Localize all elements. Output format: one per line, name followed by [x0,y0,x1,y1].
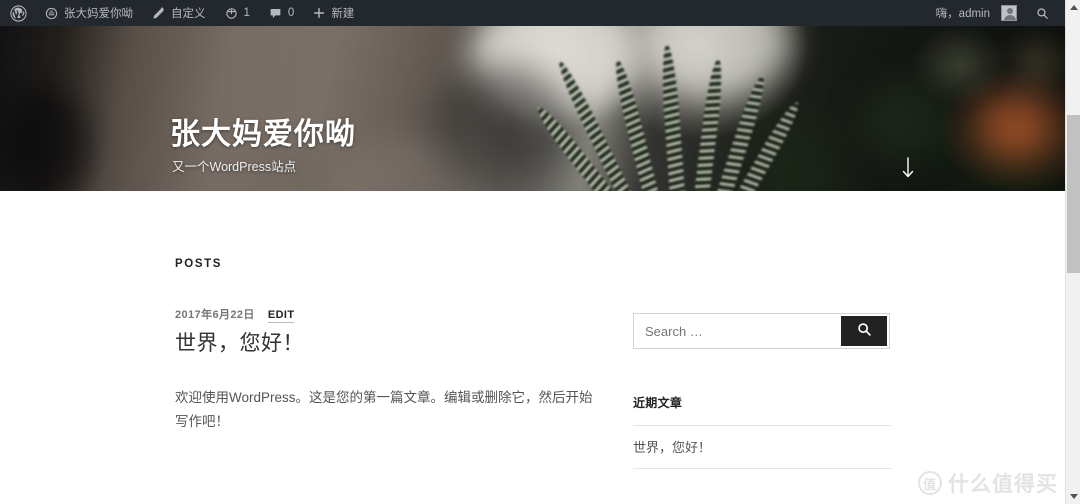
sidebar: 近期文章 世界，您好！ 近期评论 [633,313,891,504]
scroll-down-button[interactable] [1066,489,1080,504]
admin-bar-comments[interactable]: 0 [259,0,303,26]
posts-section-heading: POSTS [175,258,222,270]
scroll-up-button[interactable] [1066,0,1080,15]
search-input[interactable] [634,314,841,348]
pencil-icon [151,6,166,21]
chevron-down-icon [1069,494,1078,499]
search-form [633,313,890,349]
chevron-up-icon [1069,5,1078,10]
watermark: 值 什么值得买 [918,468,1058,498]
search-icon [1035,6,1050,21]
avatar [1001,5,1017,21]
site-branding: 张大妈爱你呦 又一个WordPress站点 [170,118,356,175]
admin-bar-comments-count: 0 [287,7,295,19]
post-title[interactable]: 世界，您好！ [175,330,595,357]
admin-bar-site-name[interactable]: 张大妈爱你呦 [35,0,142,26]
howdy-label: 嗨，admin [935,8,990,20]
widget-recent-posts-title: 近期文章 [633,396,683,410]
dashboard-house-icon [44,6,59,21]
site-tagline: 又一个WordPress站点 [172,159,297,174]
post-entry: 2017年6月22日 EDIT 世界，您好！ 欢迎使用WordPress。这是您… [175,306,595,434]
entry-meta: 2017年6月22日 EDIT [175,306,595,323]
plus-icon [312,6,326,20]
wordpress-logo-icon [10,4,27,22]
admin-bar-updates[interactable]: 1 [215,0,259,26]
site-title[interactable]: 张大妈爱你呦 [170,118,356,153]
list-item: 世界，您好！ [633,425,891,469]
admin-bar-right-group: 嗨，admin [927,0,1065,26]
search-submit-button[interactable] [841,316,887,346]
update-arrows-icon [224,6,239,21]
watermark-text: 什么值得买 [948,473,1058,496]
admin-bar-left-group: 张大妈爱你呦 自定义 1 0 新建 [0,0,363,26]
watermark-badge: 值 [918,471,942,495]
entry-date: 2017年6月22日 [175,309,255,321]
admin-bar-new-label: 新建 [331,8,355,20]
browser-viewport: 张大妈爱你呦 自定义 1 0 新建 嗨，admin 张大妈爱你呦 又一个Word… [0,0,1080,504]
recent-post-link[interactable]: 世界，您好！ [633,440,711,455]
wp-logo-menu[interactable] [0,0,35,26]
admin-bar-my-account[interactable]: 嗨，admin [927,0,1026,26]
comment-bubble-icon [268,6,283,21]
site-header-banner: 张大妈爱你呦 又一个WordPress站点 [0,26,1065,191]
admin-bar-updates-count: 1 [243,7,250,19]
admin-bar-new-content[interactable]: 新建 [303,0,363,26]
search-icon [856,321,873,341]
admin-bar-customize[interactable]: 自定义 [142,0,215,26]
arrow-down-icon[interactable] [901,157,915,184]
admin-bar-search[interactable] [1026,0,1059,26]
wp-admin-bar: 张大妈爱你呦 自定义 1 0 新建 嗨，admin [0,0,1065,26]
admin-bar-site-name-label: 张大妈爱你呦 [64,8,133,20]
site-content: POSTS 2017年6月22日 EDIT 世界，您好！ 欢迎使用WordPre… [0,191,1065,504]
widget-recent-posts: 近期文章 世界，您好！ [633,394,891,469]
admin-bar-customize-label: 自定义 [171,8,206,20]
scrollbar-thumb[interactable] [1067,115,1080,273]
post-excerpt: 欢迎使用WordPress。这是您的第一篇文章。编辑或删除它，然后开始写作吧！ [175,390,593,429]
edit-post-link[interactable]: EDIT [267,309,295,323]
vertical-scrollbar[interactable] [1065,0,1080,504]
recent-posts-list: 世界，您好！ [633,425,891,469]
